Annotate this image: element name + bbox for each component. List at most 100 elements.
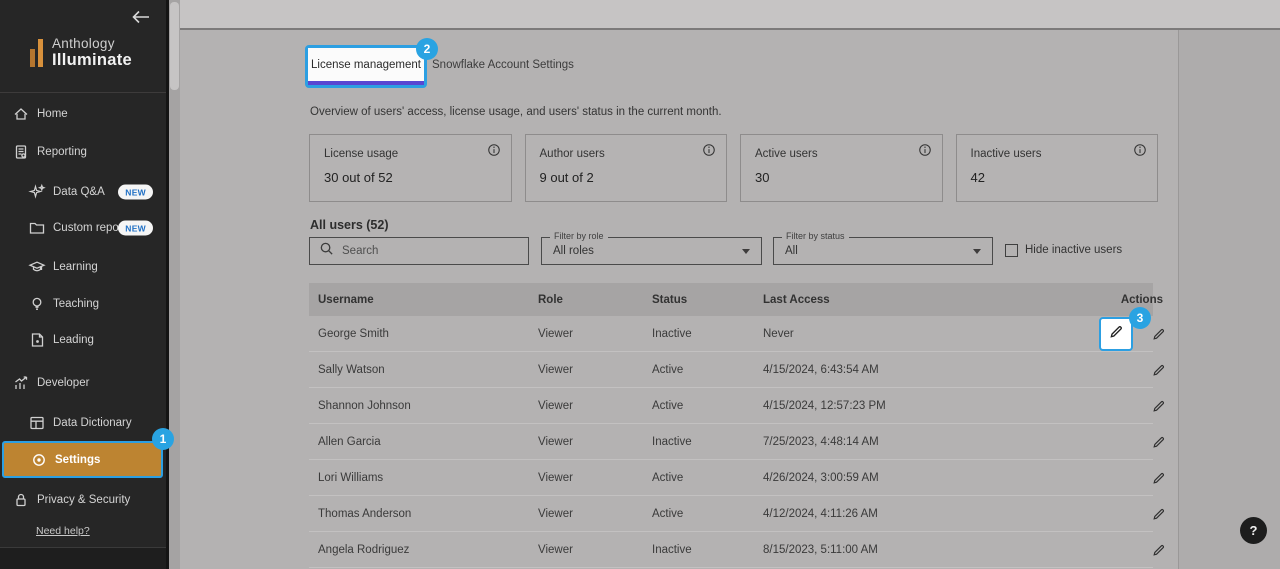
card-title: Author users	[540, 148, 713, 160]
edit-user-button[interactable]	[1150, 397, 1168, 415]
filter-value: All roles	[553, 245, 594, 257]
card-author-users: Author users 9 out of 2	[525, 134, 728, 202]
annotation-badge-3: 3	[1129, 307, 1151, 329]
sidebar-item-data-dictionary[interactable]: Data Dictionary	[0, 409, 166, 437]
hide-inactive-users-checkbox[interactable]	[1005, 244, 1018, 257]
help-button[interactable]: ?	[1240, 517, 1267, 544]
sidebar-item-label: Data Dictionary	[53, 417, 132, 429]
settings-icon	[30, 451, 48, 469]
cell-status: Inactive	[652, 544, 763, 556]
table-header-row: Username Role Status Last Access Actions	[309, 283, 1153, 316]
sidebar-item-label: Privacy & Security	[37, 494, 130, 506]
cell-status: Inactive	[652, 436, 763, 448]
tab-license-management[interactable]: License management	[308, 48, 424, 85]
need-help-link[interactable]: Need help?	[36, 525, 90, 537]
sidebar-item-label: Leading	[53, 334, 94, 346]
logo-bars-icon	[30, 39, 43, 67]
sidebar-item-data-qa[interactable]: Data Q&A NEW	[0, 178, 166, 206]
data-qa-icon	[28, 183, 46, 201]
info-icon[interactable]	[1133, 143, 1147, 162]
users-table: Username Role Status Last Access Actions…	[309, 283, 1153, 568]
card-license-usage: License usage 30 out of 52	[309, 134, 512, 202]
cell-role: Viewer	[538, 328, 652, 340]
cell-status: Active	[652, 508, 763, 520]
sidebar-item-learning[interactable]: Learning	[0, 253, 166, 281]
sidebar-item-custom-reports[interactable]: Custom reports NEW	[0, 214, 166, 242]
table-row: Thomas Anderson Viewer Active 4/12/2024,…	[309, 496, 1153, 532]
sidebar-item-reporting[interactable]: Reporting	[0, 138, 166, 166]
edit-user-button[interactable]	[1150, 505, 1168, 523]
reporting-icon	[12, 143, 30, 161]
cell-username: Lori Williams	[318, 472, 538, 484]
hide-inactive-users-label: Hide inactive users	[1025, 244, 1122, 256]
sidebar-divider	[0, 92, 166, 93]
overview-text: Overview of users' access, license usage…	[310, 106, 722, 118]
table-row: Sally Watson Viewer Active 4/15/2024, 6:…	[309, 352, 1153, 388]
logo-line1: Anthology	[52, 36, 132, 51]
tab-snowflake-account-settings[interactable]: Snowflake Account Settings	[432, 59, 574, 71]
info-icon[interactable]	[702, 143, 716, 162]
info-icon[interactable]	[918, 143, 932, 162]
edit-user-button[interactable]	[1150, 469, 1168, 487]
collapse-sidebar-button[interactable]	[130, 8, 152, 28]
col-status: Status	[652, 294, 763, 306]
search-icon	[310, 241, 334, 261]
all-users-heading: All users (52)	[310, 218, 389, 232]
annotation-outline-edit-button[interactable]	[1099, 317, 1133, 351]
back-arrow-icon	[131, 13, 151, 28]
topbar	[180, 0, 1280, 30]
cell-last-access: 4/15/2024, 6:43:54 AM	[763, 364, 1100, 376]
cell-last-access: 8/15/2023, 5:11:00 AM	[763, 544, 1100, 556]
sidebar-item-leading[interactable]: Leading	[0, 326, 166, 354]
sidebar-item-developer[interactable]: Developer	[0, 369, 166, 397]
edit-user-button[interactable]	[1150, 361, 1168, 379]
new-badge: NEW	[118, 185, 153, 200]
card-title: Active users	[755, 148, 928, 160]
custom-reports-icon	[28, 219, 46, 237]
cell-role: Viewer	[538, 400, 652, 412]
col-last-access: Last Access	[763, 294, 1100, 306]
filter-label: Filter by status	[782, 231, 849, 241]
card-value: 30	[755, 170, 928, 185]
filter-by-status-dropdown[interactable]: Filter by status All	[773, 237, 993, 265]
cell-status: Active	[652, 364, 763, 376]
cell-status: Inactive	[652, 328, 763, 340]
teaching-icon	[28, 295, 46, 313]
leading-icon	[28, 331, 46, 349]
filter-label: Filter by role	[550, 231, 608, 241]
col-actions: Actions	[1110, 294, 1163, 306]
sidebar-item-home[interactable]: Home	[0, 100, 166, 128]
edit-user-button[interactable]	[1150, 541, 1168, 559]
table-row: George Smith Viewer Inactive Never	[309, 316, 1153, 352]
card-title: License usage	[324, 148, 497, 160]
search-box	[309, 237, 529, 265]
sidebar-item-settings[interactable]: Settings	[2, 441, 163, 478]
caret-down-icon	[742, 249, 750, 254]
card-value: 30 out of 52	[324, 170, 497, 185]
table-row: Shannon Johnson Viewer Active 4/15/2024,…	[309, 388, 1153, 424]
info-icon[interactable]	[487, 143, 501, 162]
filter-by-role-dropdown[interactable]: Filter by role All roles	[541, 237, 762, 265]
cell-role: Viewer	[538, 508, 652, 520]
sidebar-item-label: Reporting	[37, 146, 87, 158]
filter-value: All	[785, 245, 798, 257]
edit-user-button[interactable]	[1150, 325, 1168, 343]
sidebar-bottom-strip	[0, 548, 166, 569]
search-input[interactable]	[342, 245, 502, 257]
sidebar-item-label: Learning	[53, 261, 98, 273]
sidebar-item-label: Data Q&A	[53, 186, 105, 198]
edit-user-button[interactable]	[1150, 433, 1168, 451]
cell-username: Sally Watson	[318, 364, 538, 376]
caret-down-icon	[973, 249, 981, 254]
cell-role: Viewer	[538, 544, 652, 556]
sidebar-item-privacy-security[interactable]: Privacy & Security	[0, 486, 166, 514]
learning-icon	[28, 258, 46, 276]
table-row: Allen Garcia Viewer Inactive 7/25/2023, …	[309, 424, 1153, 460]
cell-role: Viewer	[538, 436, 652, 448]
scrollbar-thumb[interactable]	[170, 2, 179, 90]
cell-last-access: 4/15/2024, 12:57:23 PM	[763, 400, 1100, 412]
card-inactive-users: Inactive users 42	[956, 134, 1159, 202]
sidebar-item-teaching[interactable]: Teaching	[0, 290, 166, 318]
col-username: Username	[318, 294, 538, 306]
card-active-users: Active users 30	[740, 134, 943, 202]
